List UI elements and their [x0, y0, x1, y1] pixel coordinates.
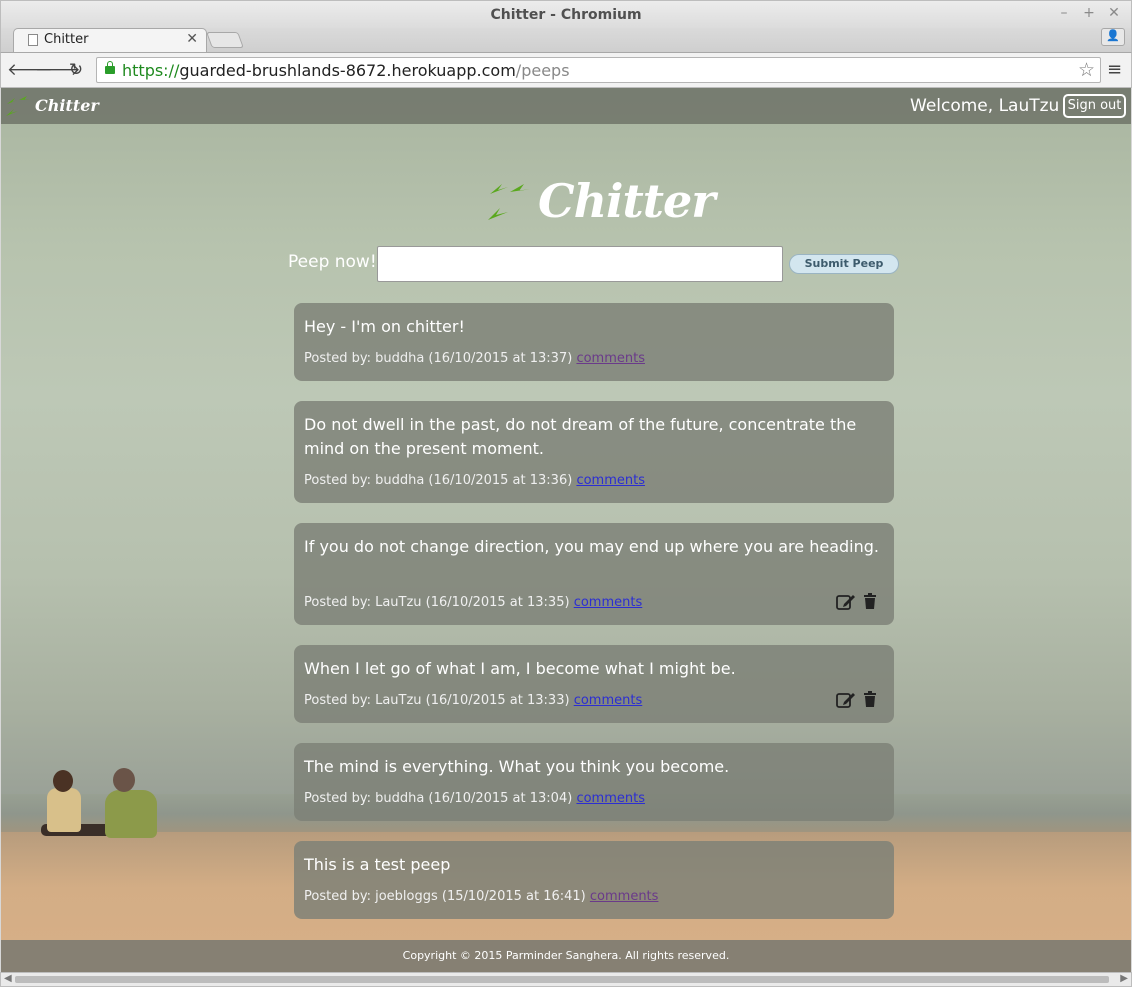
window-title: Chitter - Chromium	[490, 7, 642, 23]
comments-link[interactable]: comments	[576, 791, 645, 806]
url-host: guarded-brushlands-8672.herokuapp.com	[179, 61, 516, 80]
comments-link[interactable]: comments	[576, 351, 645, 366]
peep-card: Hey - I'm on chitter! Posted by: buddha …	[294, 303, 894, 381]
birds-logo-icon	[488, 184, 530, 220]
maximize-button[interactable]: +	[1081, 5, 1097, 21]
peep-text: This is a test peep	[304, 855, 451, 874]
peep-card: This is a test peep Posted by: joebloggs…	[294, 841, 894, 919]
comments-link[interactable]: comments	[576, 473, 645, 488]
peep-author-line: Posted by: buddha (16/10/2015 at 13:37)	[304, 351, 573, 366]
peep-author-line: Posted by: buddha (16/10/2015 at 13:04)	[304, 791, 573, 806]
peep-input[interactable]	[377, 246, 783, 282]
comments-link[interactable]: comments	[574, 595, 643, 610]
copyright-text: Copyright © 2015 Parminder Sanghera. All…	[402, 949, 730, 962]
peep-text: When I let go of what I am, I become wha…	[304, 659, 736, 678]
background-person	[113, 768, 135, 792]
peep-meta: Posted by: LauTzu (16/10/2015 at 13:33) …	[304, 693, 642, 708]
reload-button[interactable]: ↻	[65, 59, 87, 81]
scroll-right-icon[interactable]: ▶	[1120, 973, 1128, 984]
new-tab-button[interactable]	[206, 32, 244, 48]
peep-card: When I let go of what I am, I become wha…	[294, 645, 894, 723]
peep-actions	[836, 593, 882, 611]
chrome-menu-icon[interactable]: ≡	[1107, 59, 1122, 80]
peep-text: Hey - I'm on chitter!	[304, 317, 465, 336]
peep-meta: Posted by: joebloggs (15/10/2015 at 16:4…	[304, 889, 658, 904]
comments-link[interactable]: comments	[590, 889, 659, 904]
peep-now-label: Peep now!	[288, 252, 377, 272]
url-scheme: https://	[122, 61, 180, 80]
hero-title: Chitter	[538, 174, 716, 228]
site-navbar: Chitter Welcome, LauTzu Sign out	[1, 88, 1131, 124]
peep-card: The mind is everything. What you think y…	[294, 743, 894, 821]
minimize-button[interactable]: –	[1056, 5, 1072, 21]
navbar-brand[interactable]: Chitter	[35, 96, 99, 115]
welcome-text: Welcome, LauTzu	[910, 96, 1060, 116]
submit-peep-button[interactable]: Submit Peep	[789, 254, 899, 274]
background-person	[47, 788, 81, 832]
background-person	[105, 790, 157, 838]
tab-chitter[interactable]: Chitter ✕	[13, 28, 207, 52]
site-footer: Copyright © 2015 Parminder Sanghera. All…	[1, 940, 1131, 972]
peep-text: The mind is everything. What you think y…	[304, 757, 730, 776]
trash-icon[interactable]	[864, 691, 876, 707]
lock-icon	[105, 61, 115, 74]
sign-out-button[interactable]: Sign out	[1063, 94, 1126, 118]
bookmark-star-icon[interactable]: ☆	[1078, 59, 1095, 81]
peep-meta: Posted by: LauTzu (16/10/2015 at 13:35) …	[304, 595, 642, 610]
url-path: /peeps	[515, 61, 570, 80]
scroll-left-icon[interactable]: ◀	[4, 973, 12, 984]
trash-icon[interactable]	[864, 593, 876, 609]
peep-card: If you do not change direction, you may …	[294, 523, 894, 625]
edit-icon[interactable]	[836, 691, 856, 709]
peep-author-line: Posted by: buddha (16/10/2015 at 13:36)	[304, 473, 573, 488]
horizontal-scrollbar[interactable]: ◀ ▶	[0, 972, 1132, 987]
peep-meta: Posted by: buddha (16/10/2015 at 13:37) …	[304, 351, 645, 366]
close-window-button[interactable]: ✕	[1106, 5, 1122, 21]
scrollbar-thumb[interactable]	[15, 976, 1109, 983]
page-icon	[28, 34, 38, 46]
address-bar[interactable]: https://guarded-brushlands-8672.herokuap…	[96, 57, 1101, 83]
comments-link[interactable]: comments	[574, 693, 643, 708]
url-text[interactable]: https://guarded-brushlands-8672.herokuap…	[122, 61, 570, 80]
peep-author-line: Posted by: joebloggs (15/10/2015 at 16:4…	[304, 889, 586, 904]
peep-text: Do not dwell in the past, do not dream o…	[304, 415, 857, 458]
peep-card: Do not dwell in the past, do not dream o…	[294, 401, 894, 503]
tab-close-icon[interactable]: ✕	[186, 31, 198, 47]
peep-meta: Posted by: buddha (16/10/2015 at 13:04) …	[304, 791, 645, 806]
browser-toolbar: 🡐 🡒 ↻ https://guarded-brushlands-8672.he…	[0, 52, 1132, 88]
tab-strip: Chitter ✕ 👤	[0, 28, 1132, 52]
window-titlebar: Chitter - Chromium – + ✕	[0, 0, 1132, 28]
peep-author-line: Posted by: LauTzu (16/10/2015 at 13:33)	[304, 693, 570, 708]
background-person	[53, 770, 73, 792]
peep-meta: Posted by: buddha (16/10/2015 at 13:36) …	[304, 473, 645, 488]
forward-button[interactable]: 🡒	[35, 59, 81, 81]
birds-logo-icon[interactable]	[5, 94, 33, 118]
peep-author-line: Posted by: LauTzu (16/10/2015 at 13:35)	[304, 595, 570, 610]
page-viewport: Chitter Welcome, LauTzu Sign out Chitter…	[1, 88, 1131, 972]
tab-label: Chitter	[44, 32, 89, 47]
profile-icon[interactable]: 👤	[1101, 28, 1125, 46]
edit-icon[interactable]	[836, 593, 856, 611]
peep-actions	[836, 691, 882, 709]
peep-text: If you do not change direction, you may …	[304, 537, 879, 556]
back-button[interactable]: 🡐	[7, 59, 53, 81]
